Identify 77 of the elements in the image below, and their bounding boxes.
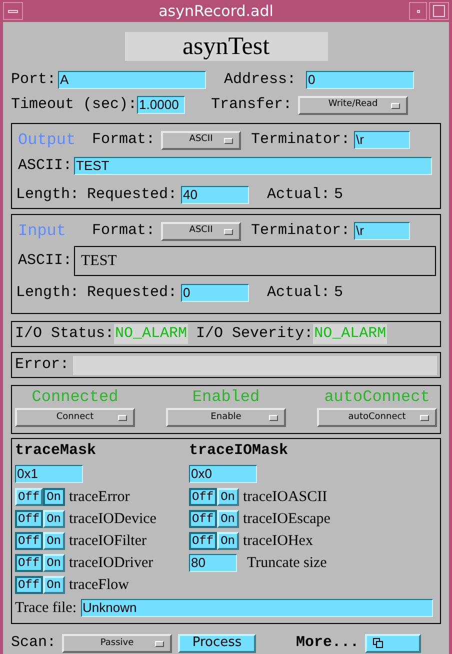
field-label: Format:	[92, 220, 156, 241]
menu-indicator-icon	[155, 640, 164, 647]
field-label: Length:	[16, 184, 80, 204]
severity-value: NO_ALARM	[313, 324, 388, 344]
flag-label: traceIOEscape	[243, 510, 330, 529]
connection-menu[interactable]: autoConnect	[317, 408, 437, 427]
ascii-field[interactable]: TEST	[74, 157, 432, 176]
record-name: asynTest	[124, 32, 328, 61]
flag-label: traceIODriver	[69, 554, 154, 573]
flag-label: traceIODevice	[69, 510, 156, 529]
panel-title: Input	[17, 221, 68, 242]
trace-mask-field[interactable]: 0x1	[15, 465, 83, 483]
field-label: Length:	[16, 283, 80, 303]
menu-indicator-icon	[118, 415, 127, 421]
status-value: NO_ALARM	[114, 324, 188, 344]
connection-menu[interactable]: Connect	[15, 408, 135, 427]
more-button[interactable]	[365, 634, 422, 653]
trace-file-field[interactable]: Unknown	[80, 599, 433, 618]
actual-value: 5	[334, 184, 344, 204]
field-label: Terminator:	[251, 220, 350, 241]
flag-label: traceIOASCII	[243, 488, 328, 507]
menu-indicator-icon	[224, 228, 234, 234]
format-menu[interactable]: ASCII	[161, 222, 242, 240]
menu-indicator-icon	[224, 138, 234, 144]
field-label: Transfer:	[211, 94, 292, 115]
timeout-field[interactable]: 1.0000	[137, 96, 186, 114]
field-label: Actual:	[267, 184, 330, 204]
actual-value: 5	[334, 283, 344, 303]
field-label: Error:	[15, 354, 70, 375]
truncate-label: Truncate size	[247, 554, 327, 573]
flag-label: traceError	[69, 488, 130, 507]
window-title: asynRecord.adl	[158, 0, 274, 22]
requested-field[interactable]: 40	[181, 186, 250, 204]
scan-menu[interactable]: Passive	[62, 634, 172, 653]
address-field[interactable]: 0	[306, 71, 414, 89]
terminator-field[interactable]: \r	[354, 222, 410, 240]
field-label: I/O Severity:	[196, 324, 314, 344]
trace-io-mask-field[interactable]: 0x0	[189, 465, 257, 483]
truncate-field[interactable]: 80	[189, 554, 237, 572]
trace-file-label: Trace file:	[15, 599, 77, 618]
process-button[interactable]: Process	[178, 634, 256, 653]
field-label: Actual:	[267, 283, 330, 303]
connection-status: autoConnect	[324, 387, 430, 408]
field-label: Requested:	[87, 283, 178, 303]
trace-io-mask-title: traceIOMask	[189, 441, 290, 461]
window-menu-button[interactable]	[3, 2, 23, 20]
flag-label: traceIOFilter	[69, 532, 146, 551]
panel-title: Output	[17, 130, 77, 151]
connection-status: Enabled	[192, 387, 260, 408]
connection-status: Connected	[32, 387, 118, 408]
menu-indicator-icon	[391, 102, 400, 108]
field-label: Port:	[11, 70, 56, 90]
ascii-readback: TEST	[74, 246, 436, 276]
more-label: More...	[296, 633, 360, 653]
connection-menu[interactable]: Enable	[166, 408, 286, 427]
field-label: Format:	[92, 130, 156, 150]
requested-field[interactable]: 0	[181, 284, 250, 302]
field-label: ASCII:	[18, 250, 72, 271]
field-label: I/O Status:	[15, 324, 114, 344]
field-label: Address:	[224, 70, 296, 90]
field-label: Timeout (sec):	[11, 94, 138, 115]
field-label: Requested:	[87, 184, 178, 204]
field-label: Scan:	[11, 633, 56, 653]
overlapping-squares-icon	[373, 638, 384, 648]
terminator-field[interactable]: \r	[354, 131, 410, 149]
maximize-button[interactable]	[429, 2, 449, 20]
flag-label: traceFlow	[69, 576, 129, 595]
menu-indicator-icon	[420, 415, 429, 421]
field-label: Terminator:	[251, 130, 350, 150]
format-menu[interactable]: ASCII	[161, 130, 242, 150]
field-label: ASCII:	[18, 156, 72, 176]
menu-indicator-icon	[269, 415, 278, 421]
flag-label: traceIOHex	[243, 532, 313, 551]
port-field[interactable]: A	[58, 71, 206, 89]
transfer-menu[interactable]: Write/Read	[298, 96, 408, 114]
minimize-button[interactable]	[409, 2, 427, 20]
trace-mask-title: traceMask	[15, 441, 98, 461]
